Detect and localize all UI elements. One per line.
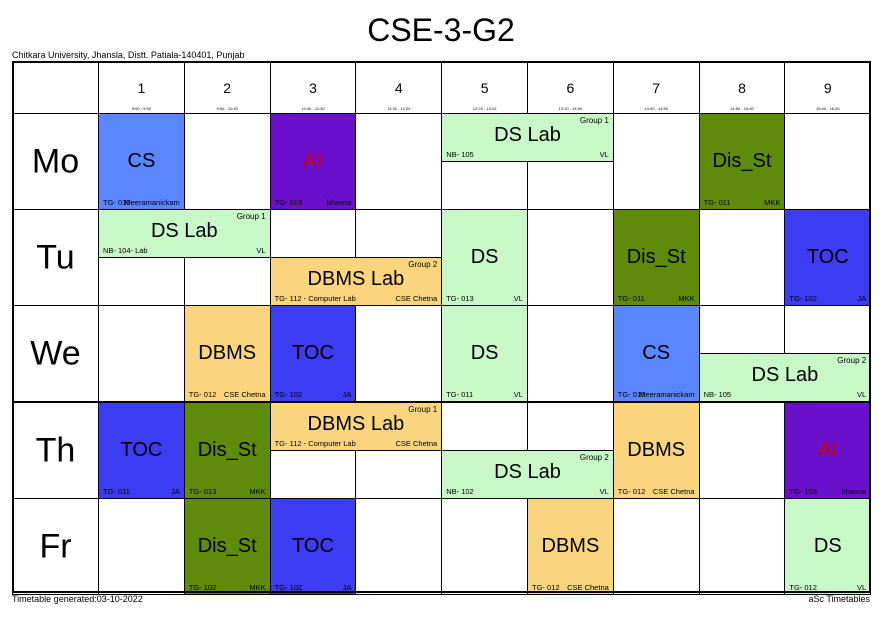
generated-date: Timetable generated:03-10-2022: [12, 594, 143, 604]
generator-credit: aSc Timetables: [808, 594, 870, 604]
timetable-frame: [12, 61, 871, 593]
